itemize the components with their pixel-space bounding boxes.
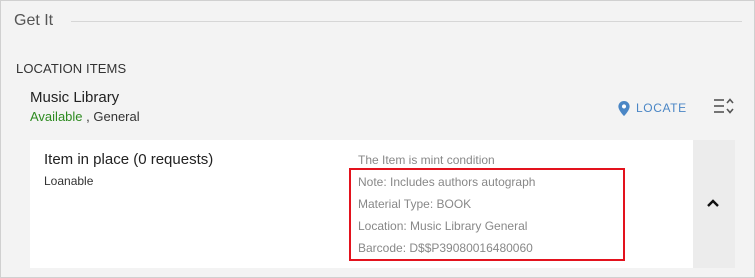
locate-label: LOCATE: [636, 101, 687, 115]
library-name[interactable]: Music Library: [30, 89, 119, 106]
item-detail-barcode: Barcode: D$$P39080016480060: [358, 241, 533, 255]
section-header: Get It: [14, 10, 742, 32]
locate-button[interactable]: LOCATE: [618, 99, 687, 117]
availability-status: Available: [30, 109, 83, 124]
section-title: Get It: [14, 12, 54, 29]
chevron-up-icon: [707, 199, 719, 207]
item-detail-material-type: Material Type: BOOK: [358, 197, 472, 211]
item-card: Item in place (0 requests) Loanable The …: [30, 140, 735, 268]
header-divider: [71, 20, 742, 22]
sort-lines-icon[interactable]: [713, 97, 735, 115]
location-items-heading: LOCATION ITEMS: [16, 61, 127, 76]
item-status-title: Item in place (0 requests): [44, 151, 214, 168]
collapse-item-button[interactable]: [693, 140, 735, 268]
item-detail-note: Note: Includes authors autograph: [358, 175, 536, 189]
item-detail-location: Location: Music Library General: [358, 219, 528, 233]
location-name: General: [93, 109, 140, 124]
status-separator: ,: [82, 109, 94, 124]
map-pin-icon: [618, 100, 630, 116]
item-policy: Loanable: [44, 174, 94, 188]
item-detail-condition: The Item is mint condition: [358, 153, 495, 167]
library-status: Available , General: [30, 109, 140, 124]
